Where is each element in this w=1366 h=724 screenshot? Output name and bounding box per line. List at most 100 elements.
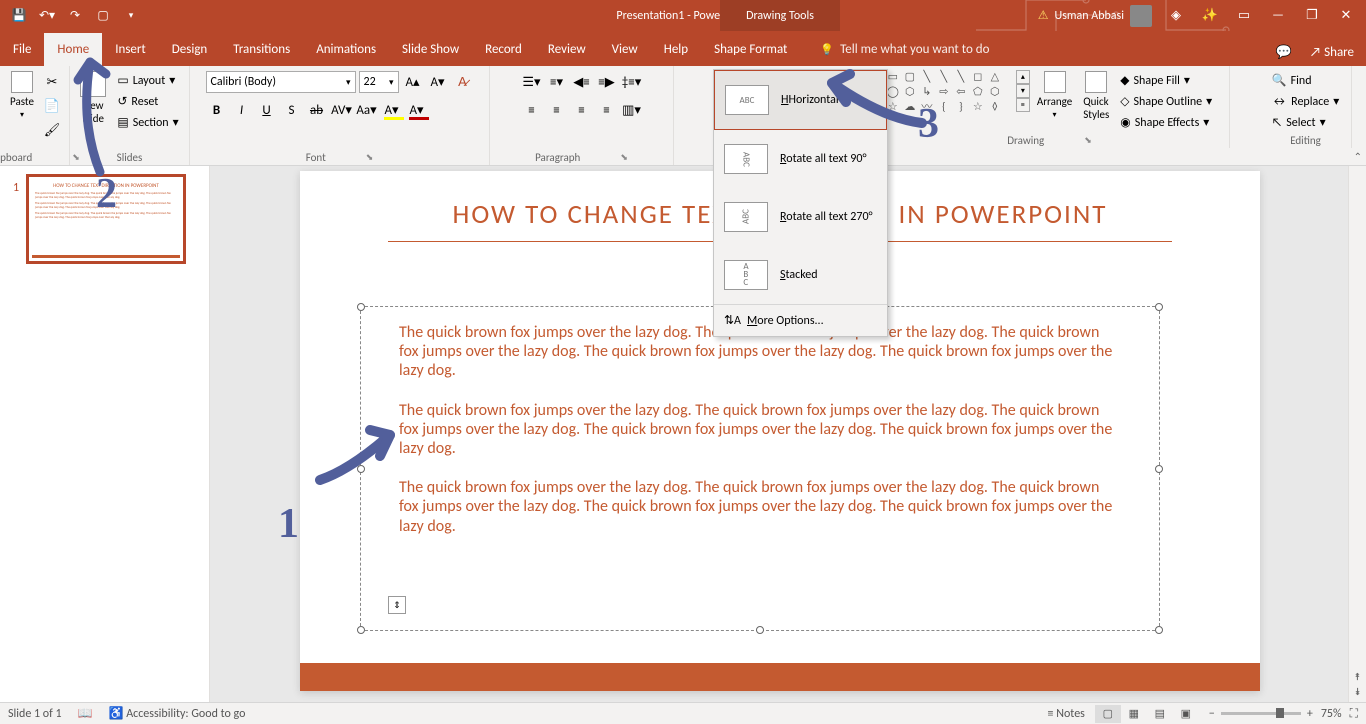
change-case-button[interactable]: Aa▾	[356, 99, 378, 121]
underline-button[interactable]: U	[256, 99, 278, 121]
section-button[interactable]: ▤ Section ▾	[113, 113, 182, 132]
shapes-scroll[interactable]: ▴▾≡	[1016, 70, 1030, 112]
slidesorter-view-icon[interactable]: ▦	[1121, 705, 1147, 723]
accessibility-status[interactable]: ♿ Accessibility: Good to go	[109, 706, 246, 721]
bold-button[interactable]: B	[206, 99, 228, 121]
cut-icon[interactable]: ✂	[41, 71, 63, 93]
paragraph-dialog-launcher[interactable]: ⬊	[620, 152, 628, 163]
tab-transitions[interactable]: Transitions	[220, 33, 303, 66]
ribbon-display-icon[interactable]: ▭	[1234, 6, 1254, 26]
redo-icon[interactable]: ↷	[66, 7, 84, 25]
numbering-button[interactable]: ≡▾	[546, 71, 568, 93]
align-right-button[interactable]: ≡	[571, 99, 593, 121]
reading-view-icon[interactable]: ▤	[1147, 705, 1173, 723]
minimize-icon[interactable]: —	[1268, 6, 1288, 26]
decrease-indent-button[interactable]: ◀≡	[571, 71, 593, 93]
highlight-button[interactable]: A▾	[381, 99, 403, 121]
close-icon[interactable]: ✕	[1336, 6, 1356, 26]
font-name-selector[interactable]: Calibri (Body)▾	[206, 71, 356, 93]
tab-shapeformat[interactable]: Shape Format	[701, 33, 800, 66]
clear-formatting-icon[interactable]: A̷	[452, 71, 474, 93]
vertical-scrollbar[interactable]: ⯭ ⯯	[1348, 166, 1366, 702]
tab-file[interactable]: File	[0, 33, 44, 66]
select-button[interactable]: ↖ Select ▾	[1268, 113, 1330, 132]
resize-handle-w[interactable]	[357, 465, 365, 473]
copy-icon[interactable]: 📄	[41, 95, 63, 117]
tab-review[interactable]: Review	[535, 33, 599, 66]
find-button[interactable]: 🔍 Find	[1268, 71, 1316, 90]
columns-button[interactable]: ▥▾	[621, 99, 643, 121]
resize-handle-sw[interactable]	[357, 626, 365, 634]
normal-view-icon[interactable]: ▢	[1095, 705, 1121, 723]
tab-help[interactable]: Help	[651, 33, 701, 66]
dropdown-more-options[interactable]: ⇅A More Options...	[714, 305, 887, 336]
slideshow-qat-icon[interactable]: ▢	[94, 7, 112, 25]
diamond-icon[interactable]: ◈	[1166, 6, 1186, 26]
autofit-options-icon[interactable]: ⇕	[388, 596, 406, 614]
resize-handle-e[interactable]	[1155, 465, 1163, 473]
drawing-dialog-launcher[interactable]: ⬊	[1084, 135, 1092, 146]
italic-button[interactable]: I	[231, 99, 253, 121]
tell-me-search[interactable]: Tell me what you want to do	[812, 33, 997, 66]
fit-to-window-icon[interactable]: ⛶	[1350, 707, 1358, 721]
spelling-status-icon[interactable]: 📖	[78, 706, 93, 721]
layout-button[interactable]: ▭ Layout ▾	[113, 71, 182, 90]
increase-font-icon[interactable]: A▴	[402, 71, 424, 93]
tab-record[interactable]: Record	[472, 33, 535, 66]
zoom-in-button[interactable]: +	[1307, 707, 1313, 721]
tab-insert[interactable]: Insert	[102, 33, 159, 66]
restore-icon[interactable]: ❐	[1302, 6, 1322, 26]
dropdown-rotate-90[interactable]: ABC Rotate all text 90°	[714, 130, 887, 188]
align-left-button[interactable]: ≡	[521, 99, 543, 121]
shapes-gallery[interactable]: ▭▢╲╲╲◻△ ◯⬡↳⇨⇦⬠⬡ ☆☁〰{}☆◊	[883, 69, 1013, 113]
justify-button[interactable]: ≡	[596, 99, 618, 121]
arrange-button[interactable]: Arrange▾	[1033, 69, 1076, 122]
resize-handle-nw[interactable]	[357, 303, 365, 311]
magic-wand-icon[interactable]: ✨	[1200, 6, 1220, 26]
zoom-level[interactable]: 75%	[1321, 707, 1342, 721]
resize-handle-ne[interactable]	[1155, 303, 1163, 311]
font-dialog-launcher[interactable]: ⬊	[366, 152, 374, 163]
tab-animations[interactable]: Animations	[303, 33, 389, 66]
slide-thumbnail-1[interactable]: 1 HOW TO CHANGE TEXT DIRECTION IN POWERP…	[26, 174, 186, 264]
increase-indent-button[interactable]: ≡▶	[596, 71, 618, 93]
dropdown-stacked[interactable]: ABC Stacked	[714, 246, 887, 304]
char-spacing-button[interactable]: AV▾	[331, 99, 353, 121]
font-color-button[interactable]: A▾	[406, 99, 428, 121]
undo-icon[interactable]: ↶▾	[38, 7, 56, 25]
zoom-slider[interactable]	[1221, 712, 1301, 715]
collapse-ribbon-icon[interactable]: ⌃	[1354, 150, 1362, 163]
tab-slideshow[interactable]: Slide Show	[389, 33, 472, 66]
bullets-button[interactable]: ☰▾	[521, 71, 543, 93]
new-slide-button[interactable]: New Slide	[76, 69, 110, 127]
tab-home[interactable]: Home	[44, 33, 102, 66]
paragraph-3[interactable]: The quick brown fox jumps over the lazy …	[361, 474, 1159, 540]
line-spacing-button[interactable]: ‡≡▾	[621, 71, 643, 93]
format-painter-icon[interactable]: 🖌	[41, 119, 63, 141]
reset-button[interactable]: ↺ Reset	[113, 92, 182, 111]
tab-design[interactable]: Design	[159, 33, 220, 66]
paragraph-2[interactable]: The quick brown fox jumps over the lazy …	[361, 397, 1159, 463]
shape-outline-button[interactable]: ◇ Shape Outline ▾	[1116, 92, 1216, 111]
replace-button[interactable]: ↔ Replace ▾	[1268, 92, 1344, 111]
shape-effects-button[interactable]: ◉ Shape Effects ▾	[1116, 113, 1216, 132]
tab-view[interactable]: View	[599, 33, 651, 66]
prev-slide-icon[interactable]: ⯭	[1355, 670, 1361, 683]
user-account[interactable]: ⚠ Usman Abbasi	[1038, 5, 1152, 27]
shadow-button[interactable]: S	[281, 99, 303, 121]
save-icon[interactable]: 💾	[10, 7, 28, 25]
resize-handle-s[interactable]	[756, 626, 764, 634]
quick-styles-button[interactable]: Quick Styles	[1079, 69, 1113, 123]
next-slide-icon[interactable]: ⯯	[1355, 685, 1361, 698]
align-center-button[interactable]: ≡	[546, 99, 568, 121]
dropdown-rotate-270[interactable]: ABC Rotate all text 270°	[714, 188, 887, 246]
paste-button[interactable]: Paste ▾	[6, 69, 38, 122]
strikethrough-button[interactable]: ab	[306, 99, 328, 121]
dropdown-horizontal[interactable]: ABC HHorizontal	[714, 70, 887, 130]
resize-handle-se[interactable]	[1155, 626, 1163, 634]
decrease-font-icon[interactable]: A▾	[427, 71, 449, 93]
zoom-out-button[interactable]: −	[1209, 707, 1215, 721]
slideshow-view-icon[interactable]: ▣	[1173, 705, 1199, 723]
selected-textbox[interactable]: The quick brown fox jumps over the lazy …	[360, 306, 1160, 631]
qat-customize-icon[interactable]: ▾	[122, 7, 140, 25]
